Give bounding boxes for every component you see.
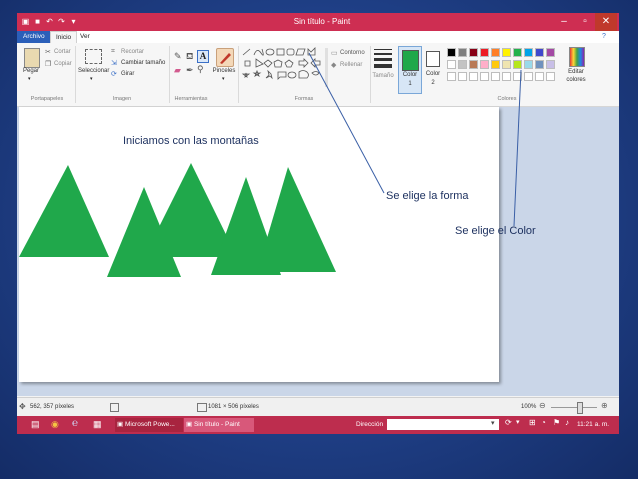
taskbar-powerpoint-label: Microsoft Powe... [124,421,175,428]
ie-icon[interactable]: ℮ [72,418,78,429]
clock[interactable]: 11:21 a. m. [577,418,609,432]
flag-icon[interactable]: ⚑ [553,418,560,427]
network-icon[interactable]: ⊞ [529,418,536,427]
annotation-shape: Se elige la forma [386,190,469,202]
wifi-icon[interactable]: ◔ [541,418,546,427]
refresh-icon[interactable]: ⟳ [505,418,512,427]
annotation-color: Se elige el Color [455,225,536,237]
address-dropdown-icon[interactable]: ▾ [491,419,495,427]
file-explorer-icon[interactable]: ▤ [31,419,40,430]
powerpoint-icon: ▣ [117,421,125,428]
address-input[interactable] [387,419,499,430]
color-pointer-line [513,69,522,227]
address-label: Dirección [356,421,384,428]
taskbar-paint[interactable]: ▣ Sin título - Paint [184,418,254,432]
folder-icon[interactable]: ▦ [93,419,102,430]
annotation-lines [308,52,522,227]
annotation-mountains: Iniciamos con las montañas [123,135,259,147]
taskbar: ▤ ◉ ℮ ▦ ▣ Microsoft Powe... ▣ Sin título… [17,416,619,434]
shape-pointer-line [308,52,385,194]
volume-icon[interactable]: ♪ [565,418,569,427]
taskbar-powerpoint[interactable]: ▣ Microsoft Powe... [115,418,183,432]
paint-taskbar-icon: ▣ [186,421,194,428]
chrome-icon[interactable]: ◉ [51,419,59,430]
taskbar-paint-label: Sin título - Paint [193,421,240,428]
address-menu-icon[interactable]: ▾ [516,418,520,426]
